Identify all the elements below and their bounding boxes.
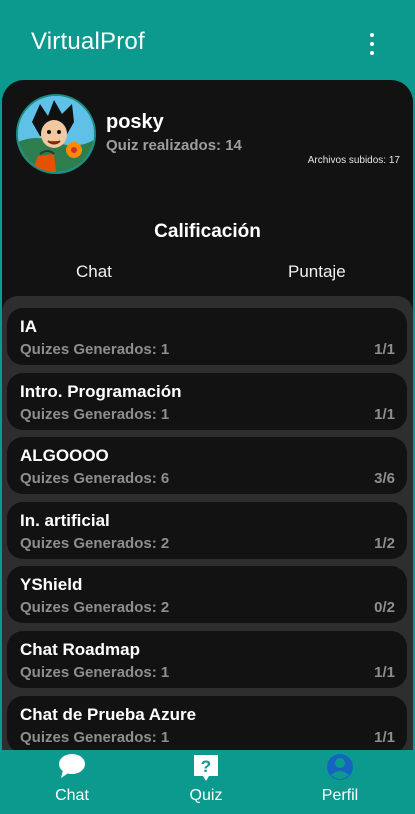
chat-name: Chat Roadmap bbox=[20, 640, 140, 659]
chat-score: 1/1 bbox=[374, 406, 395, 423]
quizzes-generated: Quizes Generados: 1 bbox=[20, 341, 170, 358]
quizzes-generated: Quizes Generados: 1 bbox=[20, 664, 170, 681]
list-item[interactable]: ALGOOOO Quizes Generados: 6 3/6 bbox=[7, 437, 407, 494]
nav-quiz-label: Quiz bbox=[189, 787, 223, 804]
username: posky bbox=[106, 111, 164, 133]
account-circle-icon bbox=[327, 754, 353, 780]
quiz-icon: ? bbox=[194, 755, 218, 781]
list-item[interactable]: Chat Roadmap Quizes Generados: 1 1/1 bbox=[7, 631, 407, 688]
nav-quiz[interactable]: ? Quiz bbox=[151, 750, 261, 814]
list-item[interactable]: In. artificial Quizes Generados: 2 1/2 bbox=[7, 502, 407, 559]
nav-chat-label: Chat bbox=[55, 787, 89, 804]
quizzes-generated: Quizes Generados: 2 bbox=[20, 535, 170, 552]
svg-text:?: ? bbox=[201, 757, 211, 776]
chat-score-list[interactable]: IA Quizes Generados: 1 1/1 Intro. Progra… bbox=[2, 296, 413, 760]
grades-title: Calificación bbox=[154, 221, 261, 242]
chat-score: 3/6 bbox=[374, 470, 395, 487]
quizzes-generated: Quizes Generados: 6 bbox=[20, 470, 170, 487]
avatar-image bbox=[18, 96, 94, 172]
profile-panel: posky Quiz realizados: 14 Archivos subid… bbox=[2, 80, 413, 760]
chat-score: 1/2 bbox=[374, 535, 395, 552]
more-vert-icon[interactable] bbox=[367, 33, 377, 55]
bottom-navigation: Chat ? Quiz Perfil bbox=[0, 750, 415, 814]
quizzes-generated: Quizes Generados: 1 bbox=[20, 406, 170, 423]
chat-name: In. artificial bbox=[20, 511, 110, 530]
files-uploaded: Archivos subidos: 17 bbox=[307, 155, 400, 166]
nav-chat[interactable]: Chat bbox=[17, 750, 127, 814]
chat-score: 1/1 bbox=[374, 664, 395, 681]
chat-name: YShield bbox=[20, 575, 83, 594]
quizzes-generated: Quizes Generados: 2 bbox=[20, 599, 170, 616]
app-title: VirtualProf bbox=[31, 28, 145, 55]
list-item[interactable]: Chat de Prueba Azure Quizes Generados: 1… bbox=[7, 696, 407, 753]
quizzes-done: Quiz realizados: 14 bbox=[106, 137, 242, 154]
nav-perfil-label: Perfil bbox=[321, 787, 359, 804]
chat-name: Intro. Programación bbox=[20, 382, 182, 401]
chat-score: 1/1 bbox=[374, 729, 395, 746]
column-header-score[interactable]: Puntaje bbox=[288, 262, 346, 282]
nav-perfil[interactable]: Perfil bbox=[285, 750, 395, 814]
chat-name: Chat de Prueba Azure bbox=[20, 705, 197, 724]
list-item[interactable]: Intro. Programación Quizes Generados: 1 … bbox=[7, 373, 407, 430]
avatar[interactable] bbox=[16, 94, 96, 174]
chat-score: 1/1 bbox=[374, 341, 395, 358]
list-item[interactable]: IA Quizes Generados: 1 1/1 bbox=[7, 308, 407, 365]
column-header-chat[interactable]: Chat bbox=[76, 262, 112, 282]
list-item[interactable]: YShield Quizes Generados: 2 0/2 bbox=[7, 566, 407, 623]
quizzes-generated: Quizes Generados: 1 bbox=[20, 729, 170, 746]
chat-name: IA bbox=[20, 317, 37, 336]
chat-score: 0/2 bbox=[374, 599, 395, 616]
chat-name: ALGOOOO bbox=[20, 446, 109, 465]
app-bar: VirtualProf bbox=[0, 0, 415, 84]
chat-bubble-icon bbox=[59, 754, 85, 778]
